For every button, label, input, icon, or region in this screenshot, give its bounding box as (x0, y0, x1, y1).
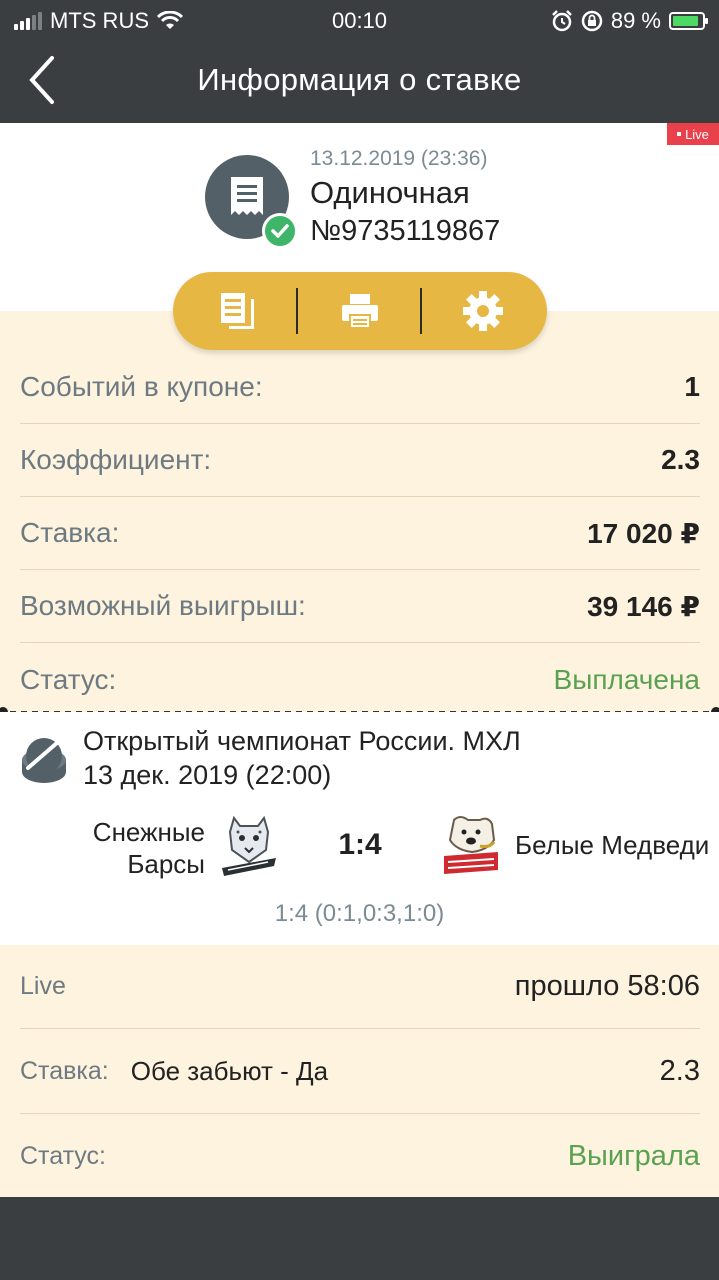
toolbar-divider (420, 288, 422, 334)
live-badge: Live (667, 123, 719, 145)
live-label: Live (20, 972, 66, 1000)
bet-date: 13.12.2019 (23:36) (310, 147, 488, 170)
copy-button[interactable] (183, 272, 293, 350)
row-label: Событий в купоне: (20, 371, 263, 402)
bet-type: Одиночная (310, 175, 470, 210)
status-value: Выплачена (553, 663, 700, 695)
row-value: 17 020 ₽ (587, 517, 700, 549)
action-toolbar (173, 272, 547, 350)
stake-group: Ставка: Обе забьют - Да (20, 1056, 328, 1087)
row-value: 1 (684, 371, 700, 402)
event-card[interactable]: Открытый чемпионат России. МХЛ 13 дек. 2… (0, 712, 719, 945)
check-icon (262, 213, 298, 249)
nav-bar: Информация о ставке (0, 40, 719, 123)
row-label: Коэффициент: (20, 444, 212, 475)
hockey-puck-icon (22, 738, 66, 783)
battery-icon (669, 12, 708, 30)
status-bar-right: 89 % (551, 8, 708, 34)
event-date: 13 дек. 2019 (22:00) (83, 760, 332, 790)
detail-row-live: Live прошло 58:06 (20, 945, 700, 1029)
row-label: Статус: (20, 663, 117, 695)
selection-odds: 2.3 (659, 1054, 700, 1087)
status-bar: MTS RUS 00:10 89 % (0, 0, 719, 40)
rotation-lock-icon (581, 10, 603, 32)
snow-leopard-logo (222, 815, 276, 876)
print-icon (342, 294, 378, 329)
settings-button[interactable] (428, 272, 538, 350)
detail-row-stake: Ставка: Обе забьют - Да 2.3 (20, 1029, 700, 1114)
toolbar-divider (296, 288, 298, 334)
bet-number: №9735119867 (310, 215, 501, 247)
away-team-name: Белые Медведи (515, 830, 710, 860)
summary-row-coefficient: Коэффициент: 2.3 (20, 424, 700, 497)
period-scores: 1:4 (0:1,0:3,1:0) (274, 900, 445, 927)
page-title: Информация о ставке (197, 62, 522, 97)
summary-row-status: Статус: Выплачена (20, 643, 700, 716)
selection-status: Выиграла (567, 1139, 700, 1172)
alarm-icon (551, 10, 572, 32)
summary-row-stake: Ставка: 17 020 ₽ (20, 497, 700, 570)
match-score: 1:4 (338, 828, 382, 861)
status-label: Статус: (20, 1141, 106, 1170)
battery-percent: 89 % (610, 8, 661, 33)
gear-icon (463, 291, 503, 331)
summary-row-events: Событий в купоне: 1 (20, 351, 700, 424)
row-label: Ставка: (20, 517, 120, 548)
tournament-name: Открытый чемпионат России. МХЛ (83, 726, 521, 756)
home-team-line1: Снежные (92, 817, 205, 847)
row-value: 2.3 (661, 444, 700, 475)
copy-document-icon (221, 293, 254, 329)
print-button[interactable] (305, 272, 415, 350)
bottom-bar (0, 1197, 719, 1280)
elapsed-time: прошло 58:06 (514, 970, 700, 1002)
row-value: 39 146 ₽ (587, 590, 700, 622)
polar-bear-logo (444, 816, 498, 874)
stake-label: Ставка: (20, 1056, 109, 1085)
home-team-name: Снежные Барсы (60, 816, 205, 880)
detail-row-status: Статус: Выиграла (20, 1114, 700, 1198)
selection-text: Обе забьют - Да (130, 1055, 329, 1086)
home-team-line2: Барсы (127, 849, 205, 879)
live-badge-label: Live (685, 126, 709, 142)
summary-row-possible-win: Возможный выигрыш: 39 146 ₽ (20, 570, 700, 643)
bet-detail: Live прошло 58:06 Ставка: Обе забьют - Д… (0, 945, 719, 1197)
bet-summary: Событий в купоне: 1 Коэффициент: 2.3 Ста… (0, 311, 719, 712)
row-label: Возможный выигрыш: (20, 590, 306, 621)
